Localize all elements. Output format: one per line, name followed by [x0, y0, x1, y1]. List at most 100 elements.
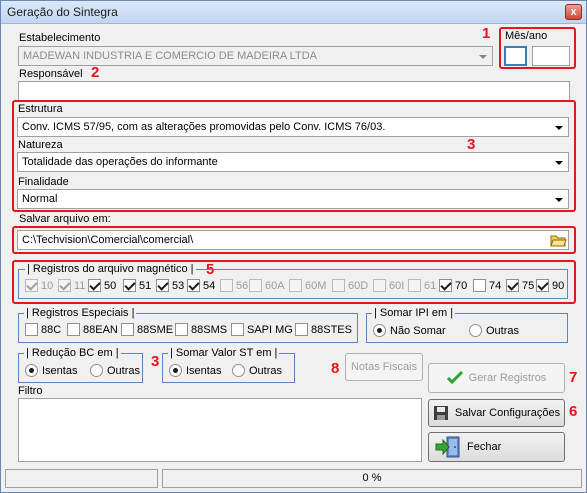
annotation-number-7: 7 [569, 369, 578, 386]
sintegra-window: Geração do Sintegra x Estabelecimento MA… [0, 0, 587, 493]
status-bar: 0 % [5, 469, 582, 488]
natureza-value: Totalidade das operações do informante [22, 156, 218, 168]
somar-st-radio-outras[interactable]: Outras [232, 364, 282, 377]
estabelecimento-combo[interactable]: MADEWAN INDUSTRIA E COMERCIO DE MADEIRA … [18, 46, 493, 66]
checkbox-box [88, 279, 101, 292]
salvar-path-input[interactable]: C:\Techvision\Comercial\comercial\ [17, 230, 569, 250]
progress-bar: 0 % [162, 469, 582, 488]
registro-checkbox-53[interactable]: 53 [156, 279, 184, 292]
registro-checkbox-74[interactable]: 74 [473, 279, 501, 292]
radio-dot [232, 364, 245, 377]
registro-checkbox-10[interactable]: 10 [25, 279, 53, 292]
salvar-configuracoes-button[interactable]: Salvar Configurações [428, 399, 565, 427]
annotation-number-1: 1 [482, 25, 491, 42]
checkbox-box [156, 279, 169, 292]
checkbox-box [67, 323, 80, 336]
registro-checkbox-90[interactable]: 90 [536, 279, 564, 292]
especial-checkbox-88c[interactable]: 88C [25, 323, 61, 336]
checkbox-box [295, 323, 308, 336]
mes-ano-label: Mês/ano [505, 30, 548, 42]
fechar-button[interactable]: Fechar [428, 432, 565, 462]
annotation-number-3b: 3 [151, 353, 160, 370]
somar-ipi-title: | Somar IPI em | [372, 307, 456, 319]
checkbox-box [332, 279, 345, 292]
radio-dot [469, 324, 482, 337]
reducao-bc-radio-isentas[interactable]: Isentas [25, 364, 77, 377]
title-bar[interactable]: Geração do Sintegra x [1, 1, 586, 24]
registro-checkbox-60i[interactable]: 60I [373, 279, 404, 292]
radio-dot [373, 324, 386, 337]
checkbox-box [506, 279, 519, 292]
natureza-combo[interactable]: Totalidade das operações do informante [17, 152, 569, 172]
finalidade-label: Finalidade [18, 176, 69, 188]
estabelecimento-value: MADEWAN INDUSTRIA E COMERCIO DE MADEIRA … [23, 50, 317, 62]
responsavel-input[interactable] [18, 81, 570, 101]
somar-ipi-radio-nao-somar[interactable]: Não Somar [373, 324, 446, 337]
notas-fiscais-button[interactable]: Notas Fiscais [345, 353, 423, 381]
natureza-label: Natureza [18, 139, 63, 151]
chevron-down-icon [553, 153, 565, 171]
month-input[interactable] [504, 46, 527, 66]
estabelecimento-label: Estabelecimento [19, 32, 101, 44]
checkbox-box [373, 279, 386, 292]
door-exit-icon [435, 436, 460, 458]
checkbox-box [249, 279, 262, 292]
window-title: Geração do Sintegra [7, 5, 118, 19]
registro-checkbox-54[interactable]: 54 [187, 279, 215, 292]
salvar-label: Salvar arquivo em: [19, 213, 111, 225]
registro-checkbox-70[interactable]: 70 [439, 279, 467, 292]
especial-checkbox-88ean[interactable]: 88EAN [67, 323, 118, 336]
checkbox-box [25, 323, 38, 336]
especial-checkbox-sapi-mg[interactable]: SAPI MG [231, 323, 293, 336]
especial-checkbox-88stes[interactable]: 88STES [295, 323, 352, 336]
registro-checkbox-60m[interactable]: 60M [289, 279, 326, 292]
reducao-bc-radio-outras[interactable]: Outras [90, 364, 140, 377]
registros-title: | Registros do arquivo magnético | [25, 263, 196, 275]
floppy-disk-icon [433, 406, 448, 420]
checkbox-box [220, 279, 233, 292]
somar-ipi-radio-outras[interactable]: Outras [469, 324, 519, 337]
checkbox-box [408, 279, 421, 292]
checkbox-box [121, 323, 134, 336]
registro-checkbox-61[interactable]: 61 [408, 279, 436, 292]
close-button[interactable]: x [565, 4, 582, 20]
year-input[interactable] [532, 46, 570, 66]
checkbox-box [473, 279, 486, 292]
checkbox-box [175, 323, 188, 336]
chevron-down-icon [477, 47, 489, 65]
responsavel-label: Responsável [19, 68, 83, 80]
registro-checkbox-50[interactable]: 50 [88, 279, 116, 292]
checkbox-box [187, 279, 200, 292]
registro-checkbox-60a[interactable]: 60A [249, 279, 285, 292]
status-cell-empty [5, 469, 158, 488]
close-icon: x [570, 6, 577, 18]
somar-st-radio-isentas[interactable]: Isentas [169, 364, 221, 377]
radio-dot [90, 364, 103, 377]
checkbox-box [439, 279, 452, 292]
registro-checkbox-51[interactable]: 51 [123, 279, 151, 292]
checkbox-box [58, 279, 71, 292]
registro-checkbox-56[interactable]: 56 [220, 279, 248, 292]
filtro-textarea[interactable] [18, 398, 422, 462]
browse-folder-button[interactable] [550, 232, 567, 248]
estrutura-combo[interactable]: Conv. ICMS 57/95, com as alterações prom… [17, 117, 569, 137]
especial-checkbox-88sme[interactable]: 88SME [121, 323, 173, 336]
progress-text: 0 % [362, 472, 382, 484]
especiais-title: | Registros Especiais | [24, 307, 137, 319]
gerar-registros-button[interactable]: Gerar Registros [428, 363, 565, 393]
estrutura-value: Conv. ICMS 57/95, com as alterações prom… [22, 121, 386, 133]
filtro-label: Filtro [18, 385, 43, 397]
registro-checkbox-60d[interactable]: 60D [332, 279, 368, 292]
radio-dot [169, 364, 182, 377]
finalidade-combo[interactable]: Normal [17, 189, 569, 209]
checkbox-box [25, 279, 38, 292]
reducao-bc-title: | Redução BC em | [24, 347, 121, 359]
checkbox-box [536, 279, 549, 292]
registro-checkbox-75[interactable]: 75 [506, 279, 534, 292]
radio-dot [25, 364, 38, 377]
checkbox-box [123, 279, 136, 292]
especial-checkbox-88sms[interactable]: 88SMS [175, 323, 227, 336]
registro-checkbox-11[interactable]: 11 [58, 279, 85, 292]
annotation-number-3: 3 [467, 136, 476, 153]
chevron-down-icon [553, 118, 565, 136]
